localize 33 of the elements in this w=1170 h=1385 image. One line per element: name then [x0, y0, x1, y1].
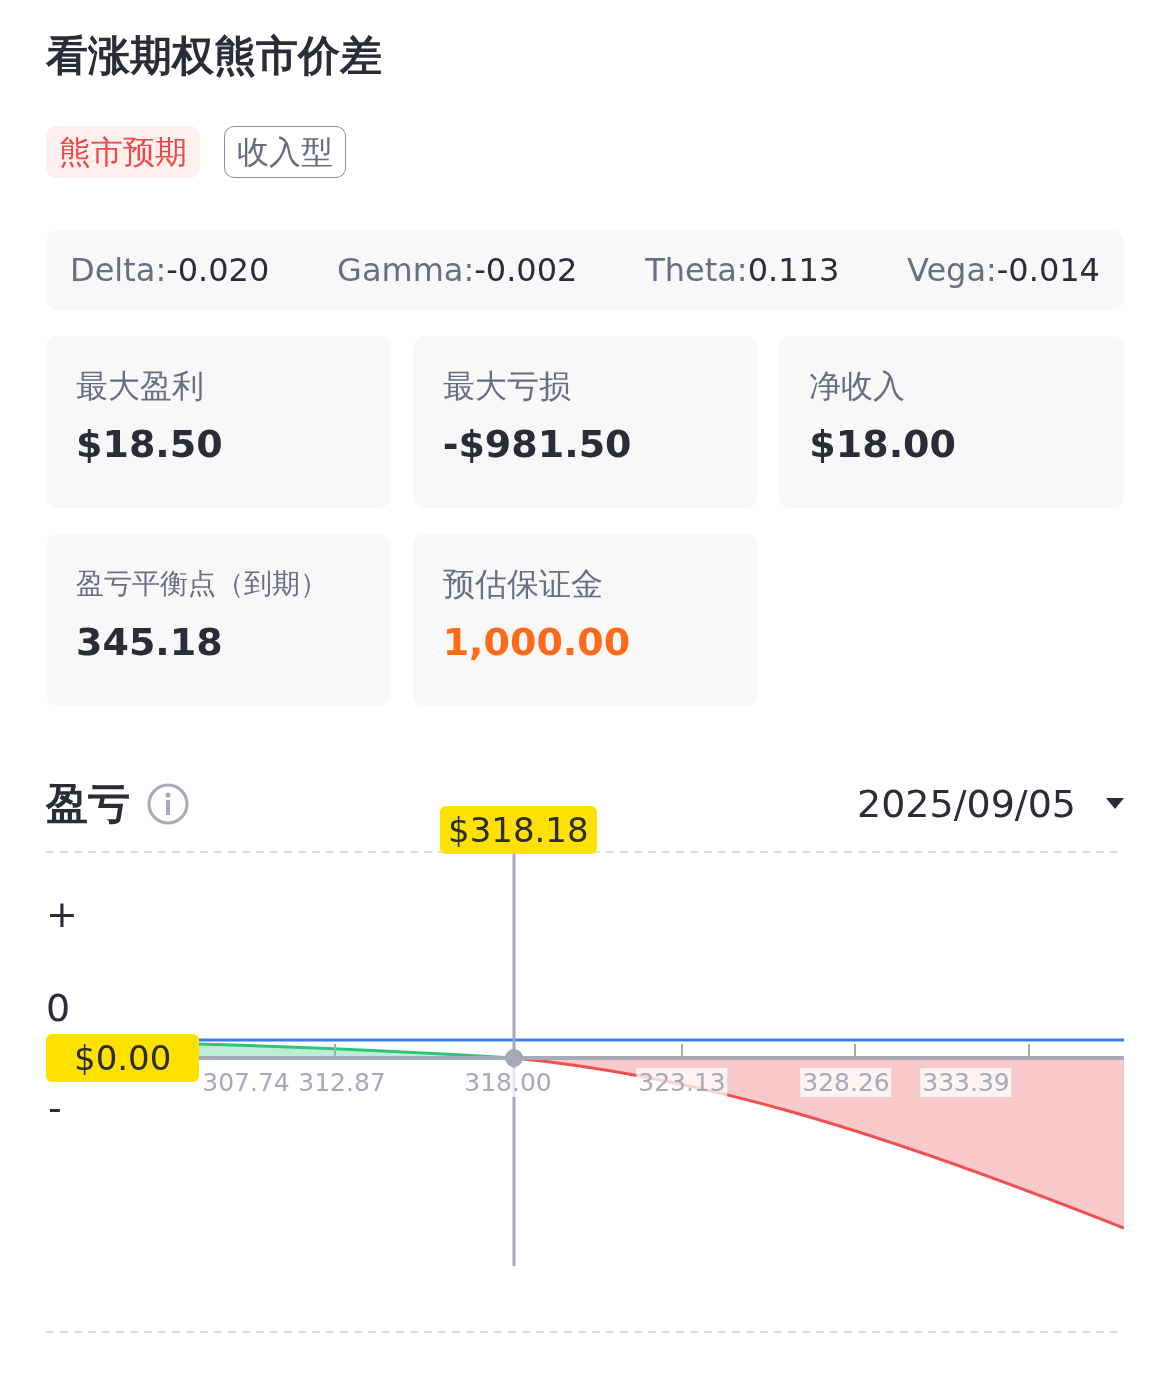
- y-axis-label: 0: [46, 986, 71, 1030]
- stat-value: 345.18: [76, 620, 224, 664]
- stat-value: 1,000.00: [442, 620, 632, 664]
- price-badge: $318.18: [440, 806, 597, 854]
- x-axis-label: 328.26: [800, 1068, 892, 1097]
- stat-label: 最大盈利: [76, 366, 205, 407]
- x-axis-label: 333.39: [920, 1068, 1012, 1097]
- greek-value: -0.014: [996, 251, 1100, 289]
- strategy-tag: 收入型: [224, 126, 346, 178]
- date-dropdown[interactable]: 2025/09/05: [856, 782, 1124, 826]
- x-axis-label: 323.13: [636, 1068, 728, 1097]
- stat-label: 最大亏损: [442, 366, 572, 407]
- greek-value: -0.020: [166, 251, 270, 289]
- info-icon[interactable]: [146, 782, 190, 826]
- section-title: 盈亏: [46, 778, 130, 830]
- greek-value: 0.113: [747, 251, 840, 289]
- page-title: 看涨期权熊市价差: [46, 30, 383, 82]
- stat-value: $18.50: [76, 422, 224, 466]
- y-axis-label: -: [48, 1086, 62, 1130]
- stat-label: 盈亏平衡点（到期）: [76, 566, 329, 602]
- greek-label: Vega:: [907, 251, 997, 289]
- greek-label: Delta:: [70, 251, 167, 289]
- stat-label: 预估保证金: [442, 564, 604, 605]
- greek-value: -0.002: [474, 251, 578, 289]
- caret-icon: [1106, 798, 1124, 810]
- greek-label: Theta:: [645, 251, 748, 289]
- value-badge: $0.00: [46, 1034, 200, 1082]
- stat-value: -$981.50: [442, 422, 633, 466]
- stat-value: $18.00: [809, 422, 957, 466]
- stat-label: 净收入: [809, 366, 907, 407]
- y-axis-label: +: [46, 892, 78, 936]
- greek-label: Gamma:: [337, 251, 475, 289]
- strategy-tag: 熊市预期: [46, 126, 200, 178]
